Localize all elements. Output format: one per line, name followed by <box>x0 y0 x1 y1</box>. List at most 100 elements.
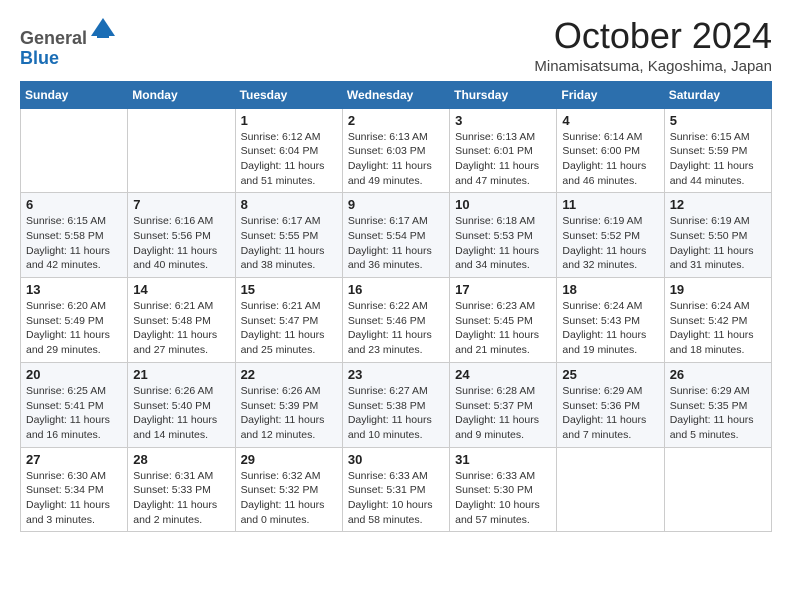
calendar-cell <box>557 447 664 532</box>
day-info: Sunrise: 6:26 AMSunset: 5:39 PMDaylight:… <box>241 384 337 443</box>
day-info: Sunrise: 6:15 AMSunset: 5:59 PMDaylight:… <box>670 130 766 189</box>
calendar-cell: 16 Sunrise: 6:22 AMSunset: 5:46 PMDaylig… <box>342 278 449 363</box>
day-info: Sunrise: 6:32 AMSunset: 5:32 PMDaylight:… <box>241 469 337 528</box>
day-number: 26 <box>670 367 766 382</box>
calendar-cell: 22 Sunrise: 6:26 AMSunset: 5:39 PMDaylig… <box>235 362 342 447</box>
col-wednesday: Wednesday <box>342 81 449 108</box>
calendar-cell: 19 Sunrise: 6:24 AMSunset: 5:42 PMDaylig… <box>664 278 771 363</box>
day-info: Sunrise: 6:29 AMSunset: 5:35 PMDaylight:… <box>670 384 766 443</box>
day-number: 18 <box>562 282 658 297</box>
calendar-cell: 24 Sunrise: 6:28 AMSunset: 5:37 PMDaylig… <box>450 362 557 447</box>
calendar-table: Sunday Monday Tuesday Wednesday Thursday… <box>20 81 772 533</box>
location: Minamisatsuma, Kagoshima, Japan <box>534 58 772 75</box>
day-number: 11 <box>562 197 658 212</box>
calendar-week-0: 1 Sunrise: 6:12 AMSunset: 6:04 PMDayligh… <box>21 108 772 193</box>
day-info: Sunrise: 6:16 AMSunset: 5:56 PMDaylight:… <box>133 214 229 273</box>
day-info: Sunrise: 6:23 AMSunset: 5:45 PMDaylight:… <box>455 299 551 358</box>
calendar-cell <box>21 108 128 193</box>
calendar-cell: 3 Sunrise: 6:13 AMSunset: 6:01 PMDayligh… <box>450 108 557 193</box>
header-row: Sunday Monday Tuesday Wednesday Thursday… <box>21 81 772 108</box>
day-number: 22 <box>241 367 337 382</box>
day-info: Sunrise: 6:29 AMSunset: 5:36 PMDaylight:… <box>562 384 658 443</box>
day-info: Sunrise: 6:17 AMSunset: 5:54 PMDaylight:… <box>348 214 444 273</box>
day-info: Sunrise: 6:14 AMSunset: 6:00 PMDaylight:… <box>562 130 658 189</box>
calendar-cell: 7 Sunrise: 6:16 AMSunset: 5:56 PMDayligh… <box>128 193 235 278</box>
calendar-cell: 2 Sunrise: 6:13 AMSunset: 6:03 PMDayligh… <box>342 108 449 193</box>
day-info: Sunrise: 6:24 AMSunset: 5:43 PMDaylight:… <box>562 299 658 358</box>
header: General Blue October 2024 Minamisatsuma,… <box>20 16 772 75</box>
day-info: Sunrise: 6:19 AMSunset: 5:52 PMDaylight:… <box>562 214 658 273</box>
calendar-cell: 5 Sunrise: 6:15 AMSunset: 5:59 PMDayligh… <box>664 108 771 193</box>
day-number: 23 <box>348 367 444 382</box>
logo-icon <box>89 16 117 44</box>
logo-blue-text: Blue <box>20 48 59 68</box>
day-number: 9 <box>348 197 444 212</box>
day-number: 20 <box>26 367 122 382</box>
calendar-cell: 29 Sunrise: 6:32 AMSunset: 5:32 PMDaylig… <box>235 447 342 532</box>
logo: General Blue <box>20 16 117 69</box>
day-number: 4 <box>562 113 658 128</box>
day-number: 28 <box>133 452 229 467</box>
col-tuesday: Tuesday <box>235 81 342 108</box>
day-info: Sunrise: 6:20 AMSunset: 5:49 PMDaylight:… <box>26 299 122 358</box>
day-info: Sunrise: 6:15 AMSunset: 5:58 PMDaylight:… <box>26 214 122 273</box>
col-monday: Monday <box>128 81 235 108</box>
day-number: 13 <box>26 282 122 297</box>
day-info: Sunrise: 6:27 AMSunset: 5:38 PMDaylight:… <box>348 384 444 443</box>
calendar-cell: 12 Sunrise: 6:19 AMSunset: 5:50 PMDaylig… <box>664 193 771 278</box>
day-number: 29 <box>241 452 337 467</box>
day-number: 5 <box>670 113 766 128</box>
calendar-week-2: 13 Sunrise: 6:20 AMSunset: 5:49 PMDaylig… <box>21 278 772 363</box>
calendar-cell: 13 Sunrise: 6:20 AMSunset: 5:49 PMDaylig… <box>21 278 128 363</box>
calendar-cell: 14 Sunrise: 6:21 AMSunset: 5:48 PMDaylig… <box>128 278 235 363</box>
calendar-cell: 4 Sunrise: 6:14 AMSunset: 6:00 PMDayligh… <box>557 108 664 193</box>
day-number: 15 <box>241 282 337 297</box>
day-number: 10 <box>455 197 551 212</box>
day-info: Sunrise: 6:19 AMSunset: 5:50 PMDaylight:… <box>670 214 766 273</box>
day-number: 19 <box>670 282 766 297</box>
day-info: Sunrise: 6:26 AMSunset: 5:40 PMDaylight:… <box>133 384 229 443</box>
col-saturday: Saturday <box>664 81 771 108</box>
month-title: October 2024 <box>534 16 772 56</box>
day-info: Sunrise: 6:21 AMSunset: 5:48 PMDaylight:… <box>133 299 229 358</box>
day-number: 3 <box>455 113 551 128</box>
title-block: October 2024 Minamisatsuma, Kagoshima, J… <box>534 16 772 75</box>
day-info: Sunrise: 6:25 AMSunset: 5:41 PMDaylight:… <box>26 384 122 443</box>
calendar-cell: 20 Sunrise: 6:25 AMSunset: 5:41 PMDaylig… <box>21 362 128 447</box>
day-number: 24 <box>455 367 551 382</box>
day-info: Sunrise: 6:13 AMSunset: 6:01 PMDaylight:… <box>455 130 551 189</box>
calendar-cell <box>664 447 771 532</box>
day-info: Sunrise: 6:17 AMSunset: 5:55 PMDaylight:… <box>241 214 337 273</box>
day-info: Sunrise: 6:12 AMSunset: 6:04 PMDaylight:… <box>241 130 337 189</box>
calendar-cell: 28 Sunrise: 6:31 AMSunset: 5:33 PMDaylig… <box>128 447 235 532</box>
col-thursday: Thursday <box>450 81 557 108</box>
day-number: 17 <box>455 282 551 297</box>
calendar-cell: 23 Sunrise: 6:27 AMSunset: 5:38 PMDaylig… <box>342 362 449 447</box>
calendar-cell: 18 Sunrise: 6:24 AMSunset: 5:43 PMDaylig… <box>557 278 664 363</box>
calendar-cell: 17 Sunrise: 6:23 AMSunset: 5:45 PMDaylig… <box>450 278 557 363</box>
day-number: 6 <box>26 197 122 212</box>
calendar-cell: 11 Sunrise: 6:19 AMSunset: 5:52 PMDaylig… <box>557 193 664 278</box>
calendar-week-1: 6 Sunrise: 6:15 AMSunset: 5:58 PMDayligh… <box>21 193 772 278</box>
day-number: 14 <box>133 282 229 297</box>
day-number: 21 <box>133 367 229 382</box>
day-info: Sunrise: 6:13 AMSunset: 6:03 PMDaylight:… <box>348 130 444 189</box>
day-info: Sunrise: 6:31 AMSunset: 5:33 PMDaylight:… <box>133 469 229 528</box>
day-info: Sunrise: 6:30 AMSunset: 5:34 PMDaylight:… <box>26 469 122 528</box>
calendar-week-4: 27 Sunrise: 6:30 AMSunset: 5:34 PMDaylig… <box>21 447 772 532</box>
day-number: 27 <box>26 452 122 467</box>
day-number: 25 <box>562 367 658 382</box>
day-info: Sunrise: 6:28 AMSunset: 5:37 PMDaylight:… <box>455 384 551 443</box>
calendar-week-3: 20 Sunrise: 6:25 AMSunset: 5:41 PMDaylig… <box>21 362 772 447</box>
day-number: 12 <box>670 197 766 212</box>
calendar-cell: 6 Sunrise: 6:15 AMSunset: 5:58 PMDayligh… <box>21 193 128 278</box>
day-number: 2 <box>348 113 444 128</box>
day-info: Sunrise: 6:18 AMSunset: 5:53 PMDaylight:… <box>455 214 551 273</box>
calendar-cell <box>128 108 235 193</box>
calendar-cell: 9 Sunrise: 6:17 AMSunset: 5:54 PMDayligh… <box>342 193 449 278</box>
calendar-cell: 10 Sunrise: 6:18 AMSunset: 5:53 PMDaylig… <box>450 193 557 278</box>
calendar-cell: 8 Sunrise: 6:17 AMSunset: 5:55 PMDayligh… <box>235 193 342 278</box>
day-number: 31 <box>455 452 551 467</box>
day-number: 16 <box>348 282 444 297</box>
calendar-cell: 26 Sunrise: 6:29 AMSunset: 5:35 PMDaylig… <box>664 362 771 447</box>
